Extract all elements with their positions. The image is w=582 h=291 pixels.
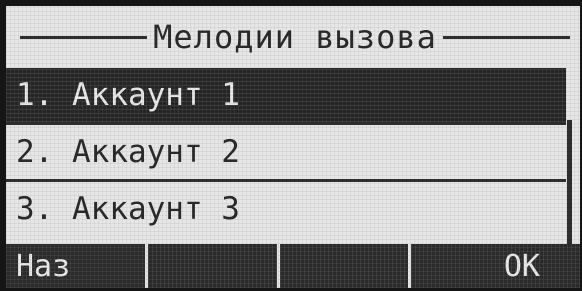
title-rule-left [20,35,148,39]
menu-item-account-2[interactable]: 2. Аккаунт 2 [6,125,566,179]
softkey-back-button[interactable]: Наз [6,244,145,288]
phone-bezel: Мелодии вызова 1. Аккаунт 1 2. Аккаунт 2… [0,0,582,291]
screen-title: Мелодии вызова [153,18,437,56]
menu-list: 1. Аккаунт 1 2. Аккаунт 2 3. Аккаунт 3 [6,68,566,236]
title-bar: Мелодии вызова [6,6,580,68]
softkey-bar: Наз OK [6,244,580,288]
menu-item-account-1[interactable]: 1. Аккаунт 1 [6,68,566,122]
softkey-2-button[interactable] [147,244,277,288]
softkey-3-button[interactable] [279,244,409,288]
lcd-screen: Мелодии вызова 1. Аккаунт 1 2. Аккаунт 2… [6,6,580,288]
title-rule-right [442,35,570,39]
softkey-ok-button[interactable]: OK [411,244,580,288]
menu-item-account-3[interactable]: 3. Аккаунт 3 [6,182,566,236]
